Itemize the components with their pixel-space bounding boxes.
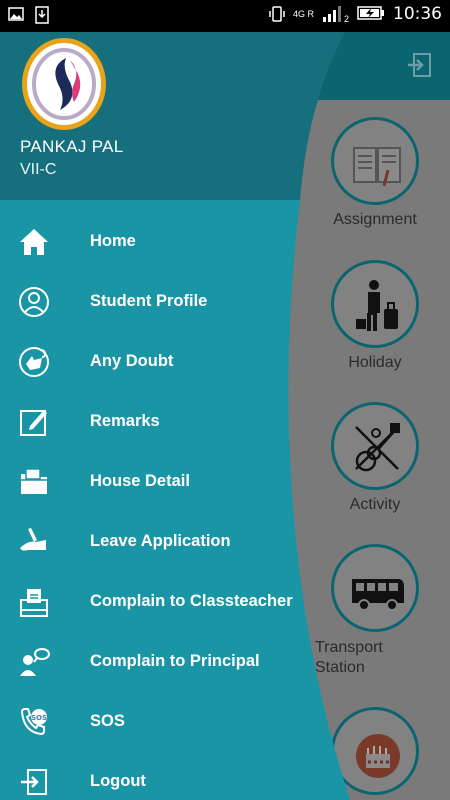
drawer-content: PANKAJ PAL VII-C Home Student Profile An… [0,32,340,800]
sos-phone-icon: SOS [18,706,50,738]
menu-item-label: Logout [90,772,146,790]
speaking-person-icon [18,646,50,678]
edit-icon [18,406,50,438]
menu-item-label: Complain to Classteacher [90,592,293,610]
status-bar: 4G R 2 10:36 [0,0,450,32]
writing-hand-icon [18,526,50,558]
menu-item-label: SOS [90,712,125,730]
menu-item-sos[interactable]: SOS SOS [0,692,330,752]
network-type-label: 4G R [292,8,314,19]
menu-item-student-profile[interactable]: Student Profile [0,272,330,332]
battery-charging-icon [357,5,385,23]
menu-item-label: Leave Application [90,532,231,550]
menu-item-label: Home [90,232,136,250]
vibrate-icon [269,5,285,23]
menu-item-any-doubt[interactable]: Any Doubt [0,332,330,392]
school-logo [20,36,108,132]
folder-icon [18,466,50,498]
menu-item-label: Remarks [90,412,160,430]
download-notification-icon [34,6,50,24]
cake-icon [356,734,400,778]
header-logout-icon[interactable] [406,52,432,78]
signal-strength-icon [322,5,344,23]
bus-icon [352,579,404,611]
menu-item-complain-principal[interactable]: Complain to Principal [0,632,330,692]
user-profile-icon [18,286,50,318]
menu-item-house-detail[interactable]: House Detail [0,452,330,512]
menu-item-label: House Detail [90,472,190,490]
menu-item-label: Student Profile [90,292,208,310]
doubt-icon [18,346,50,378]
menu-item-complain-classteacher[interactable]: Complain to Classteacher [0,572,330,632]
menu-item-remarks[interactable]: Remarks [0,392,330,452]
menu-item-home[interactable]: Home [0,212,330,272]
ballot-box-icon [18,586,50,618]
sim-slot-label: 2 [343,13,349,24]
clock: 10:36 [393,4,442,24]
menu-item-leave-application[interactable]: Leave Application [0,512,330,572]
menu-item-label: Complain to Principal [90,652,260,670]
home-icon [18,226,50,258]
user-class: VII-C [20,161,57,178]
svg-text:SOS: SOS [31,714,47,722]
menu-item-logout[interactable]: Logout [0,752,330,800]
menu-item-label: Any Doubt [90,352,174,370]
book-icon [353,147,401,187]
logout-icon [18,766,50,798]
gallery-notification-icon [8,6,24,24]
guitar-icon [355,423,400,472]
user-name: PANKAJ PAL [20,137,124,156]
traveler-icon [356,280,398,331]
